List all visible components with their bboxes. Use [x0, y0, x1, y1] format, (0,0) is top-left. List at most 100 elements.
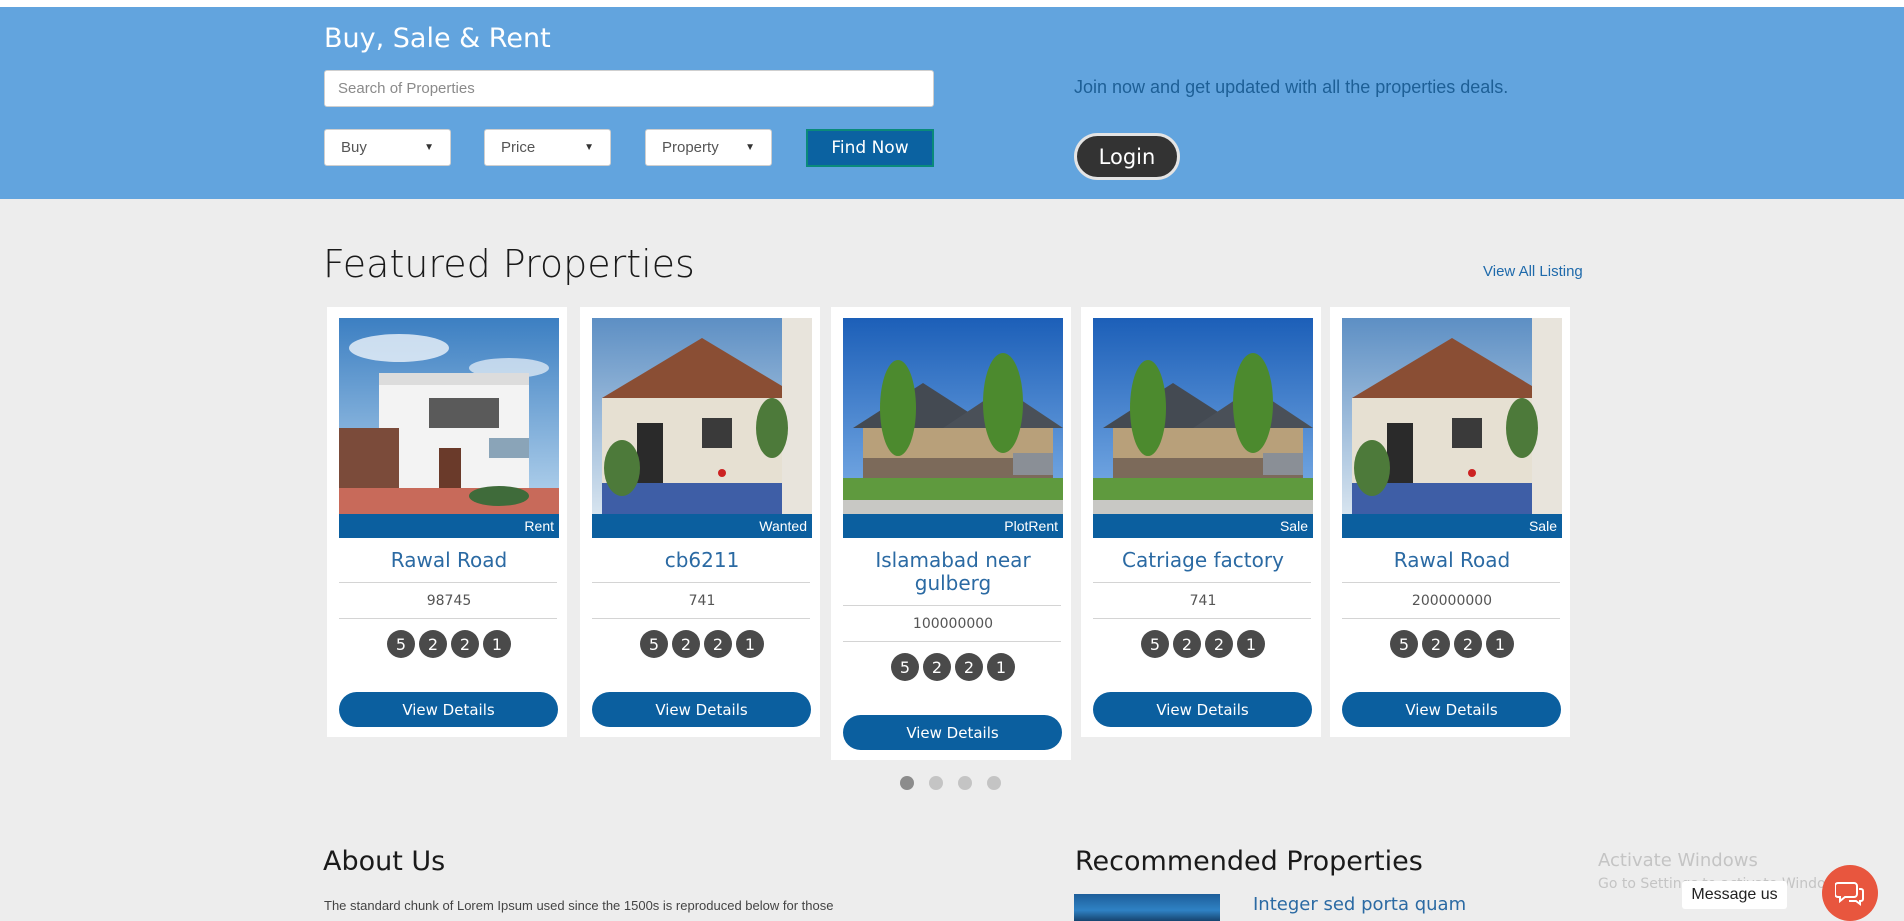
featured-title: Featured Properties	[323, 242, 695, 286]
hero-banner: Buy, Sale & Rent Buy ▼ Price ▼ Property …	[0, 7, 1904, 199]
feature-count: 2	[704, 630, 732, 658]
view-all-link[interactable]: View All Listing	[1483, 263, 1583, 280]
property-select[interactable]: Property ▼	[645, 129, 772, 166]
property-card[interactable]: Sale Rawal Road 200000000 5 2 2 1 View D…	[1330, 307, 1570, 737]
recommended-item-link[interactable]: Integer sed porta quam	[1253, 894, 1466, 915]
divider	[843, 641, 1061, 642]
hero-title: Buy, Sale & Rent	[324, 23, 551, 54]
chevron-down-icon: ▼	[584, 142, 594, 153]
carousel-dot-2[interactable]	[929, 776, 943, 790]
property-image[interactable]	[1342, 318, 1562, 514]
view-details-button[interactable]: View Details	[339, 692, 558, 727]
modern-house-image	[339, 318, 559, 514]
view-details-button[interactable]: View Details	[843, 715, 1062, 750]
feature-count: 5	[387, 630, 415, 658]
chevron-down-icon: ▼	[745, 142, 755, 153]
feature-count: 1	[483, 630, 511, 658]
property-image[interactable]	[339, 318, 559, 514]
feature-icons: 5 2 2 1	[339, 630, 559, 658]
recommended-thumbnail[interactable]	[1074, 894, 1220, 921]
carousel-dot-1[interactable]	[900, 776, 914, 790]
feature-icons: 5 2 2 1	[1093, 630, 1313, 658]
carousel-dot-3[interactable]	[958, 776, 972, 790]
divider	[1093, 618, 1311, 619]
feature-count: 2	[672, 630, 700, 658]
suburban-house-image	[843, 318, 1063, 514]
listing-tag: PlotRent	[843, 514, 1063, 538]
property-select-label: Property	[662, 139, 719, 156]
feature-count: 1	[987, 653, 1015, 681]
property-name[interactable]: Rawal Road	[339, 549, 559, 572]
listing-tag: Sale	[1093, 514, 1313, 538]
login-button[interactable]: Login	[1074, 133, 1180, 180]
property-price: 98745	[426, 593, 472, 609]
view-details-button[interactable]: View Details	[1342, 692, 1561, 727]
divider	[339, 618, 557, 619]
feature-count: 2	[451, 630, 479, 658]
listing-tag: Wanted	[592, 514, 812, 538]
property-image[interactable]	[592, 318, 812, 514]
feature-count: 2	[1205, 630, 1233, 658]
property-name[interactable]: cb6211	[592, 549, 812, 572]
divider	[592, 582, 810, 583]
feature-icons: 5 2 2 1	[1342, 630, 1562, 658]
about-title: About Us	[323, 846, 446, 877]
join-text: Join now and get updated with all the pr…	[1074, 77, 1509, 97]
divider	[843, 605, 1061, 606]
property-card[interactable]: Sale Catriage factory 741 5 2 2 1 View D…	[1081, 307, 1321, 737]
property-card[interactable]: Wanted cb6211 741 5 2 2 1 View Details	[580, 307, 820, 737]
feature-count: 1	[736, 630, 764, 658]
divider	[1342, 618, 1560, 619]
feature-count: 5	[1390, 630, 1418, 658]
search-input[interactable]	[324, 70, 934, 107]
property-price: 741	[688, 593, 716, 609]
listing-tag: Rent	[339, 514, 559, 538]
property-name[interactable]: Catriage factory	[1093, 549, 1313, 572]
chat-button[interactable]	[1822, 865, 1878, 921]
listing-tag: Sale	[1342, 514, 1562, 538]
property-name[interactable]: Rawal Road	[1342, 549, 1562, 572]
recommended-title: Recommended Properties	[1075, 846, 1423, 877]
price-select-label: Price	[501, 139, 536, 156]
property-price: 741	[1189, 593, 1217, 609]
price-select[interactable]: Price ▼	[484, 129, 611, 166]
property-image[interactable]	[843, 318, 1063, 514]
divider	[1342, 582, 1560, 583]
suburban-house-image	[1093, 318, 1313, 514]
feature-count: 2	[923, 653, 951, 681]
property-image[interactable]	[1093, 318, 1313, 514]
windows-watermark-title: Activate Windows	[1598, 850, 1758, 871]
carousel-pagination	[900, 776, 1001, 790]
feature-count: 5	[640, 630, 668, 658]
buy-select[interactable]: Buy ▼	[324, 129, 451, 166]
property-card[interactable]: Rent Rawal Road 98745 5 2 2 1 View Detai…	[327, 307, 567, 737]
feature-icons: 5 2 2 1	[843, 653, 1063, 681]
property-price: 100000000	[912, 616, 994, 632]
divider	[592, 618, 810, 619]
feature-count: 5	[1141, 630, 1169, 658]
property-card[interactable]: PlotRent Islamabad near gulberg 10000000…	[831, 307, 1071, 760]
cottage-image	[592, 318, 812, 514]
message-us-label[interactable]: Message us	[1682, 881, 1787, 909]
feature-count: 2	[955, 653, 983, 681]
feature-count: 2	[1454, 630, 1482, 658]
feature-count: 1	[1237, 630, 1265, 658]
cottage-image	[1342, 318, 1562, 514]
feature-icons: 5 2 2 1	[592, 630, 812, 658]
property-name[interactable]: Islamabad near gulberg	[843, 549, 1063, 595]
feature-count: 2	[419, 630, 447, 658]
top-strip	[0, 0, 1904, 7]
chat-bubbles-icon	[1835, 882, 1864, 906]
feature-count: 1	[1486, 630, 1514, 658]
view-details-button[interactable]: View Details	[1093, 692, 1312, 727]
find-now-button[interactable]: Find Now	[806, 129, 934, 167]
view-details-button[interactable]: View Details	[592, 692, 811, 727]
feature-count: 2	[1422, 630, 1450, 658]
feature-count: 5	[891, 653, 919, 681]
carousel-dot-4[interactable]	[987, 776, 1001, 790]
divider	[339, 582, 557, 583]
chevron-down-icon: ▼	[424, 142, 434, 153]
divider	[1093, 582, 1311, 583]
feature-count: 2	[1173, 630, 1201, 658]
buy-select-label: Buy	[341, 139, 367, 156]
